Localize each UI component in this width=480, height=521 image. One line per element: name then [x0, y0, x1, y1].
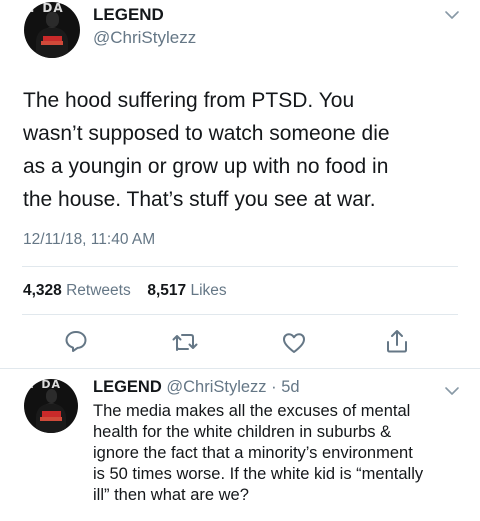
- reply-author-name[interactable]: LEGEND: [93, 378, 162, 396]
- tweet-text-line: wasn’t supposed to watch someone die: [23, 122, 390, 145]
- share-icon[interactable]: [385, 328, 409, 354]
- reply-text-line: health for the white children in suburbs…: [93, 423, 392, 441]
- avatar[interactable]: T DA: [24, 2, 80, 58]
- retweets-count[interactable]: 4,328: [23, 282, 62, 299]
- tweet-timestamp[interactable]: 12/11/18, 11:40 AM: [23, 231, 155, 249]
- separator: ·: [266, 378, 282, 396]
- retweets-label[interactable]: Retweets: [66, 282, 131, 299]
- reply-age[interactable]: 5d: [281, 378, 299, 396]
- speech-bubble-icon[interactable]: [64, 330, 88, 352]
- author-handle[interactable]: @ChriStylezz: [93, 28, 196, 48]
- likes-label[interactable]: Likes: [190, 282, 226, 299]
- chevron-down-icon[interactable]: [444, 386, 460, 396]
- author-name[interactable]: LEGEND: [93, 5, 164, 25]
- retweet-icon[interactable]: [171, 331, 199, 353]
- reply-header: LEGEND @ChriStylezz · 5d: [93, 378, 300, 397]
- tweet-text: The hood suffering from PTSD. You wasn’t…: [23, 84, 463, 216]
- tweet-text-line: the house. That’s stuff you see at war.: [23, 188, 376, 211]
- heart-icon[interactable]: [282, 332, 306, 354]
- reply-author-handle[interactable]: @ChriStylezz: [166, 378, 266, 396]
- reply-text-line: is 50 times worse. If the white kid is “…: [93, 465, 424, 483]
- tweet-stats: 4,328 Retweets 8,517 Likes: [23, 282, 227, 300]
- divider: [22, 266, 458, 267]
- reply-text-line: ignore the fact that a minority’s enviro…: [93, 444, 413, 462]
- reply-text-line: The media makes all the excuses of menta…: [93, 402, 411, 420]
- chevron-down-icon[interactable]: [444, 10, 460, 20]
- divider: [0, 368, 480, 369]
- tweet-text-line: The hood suffering from PTSD. You: [23, 89, 355, 112]
- reply-text: The media makes all the excuses of menta…: [93, 401, 473, 506]
- likes-count[interactable]: 8,517: [147, 282, 186, 299]
- avatar[interactable]: T DA: [24, 379, 78, 433]
- divider: [22, 314, 458, 315]
- reply-text-line: ill” then what are we?: [93, 486, 249, 504]
- tweet-text-line: as a youngin or grow up with no food in: [23, 155, 389, 178]
